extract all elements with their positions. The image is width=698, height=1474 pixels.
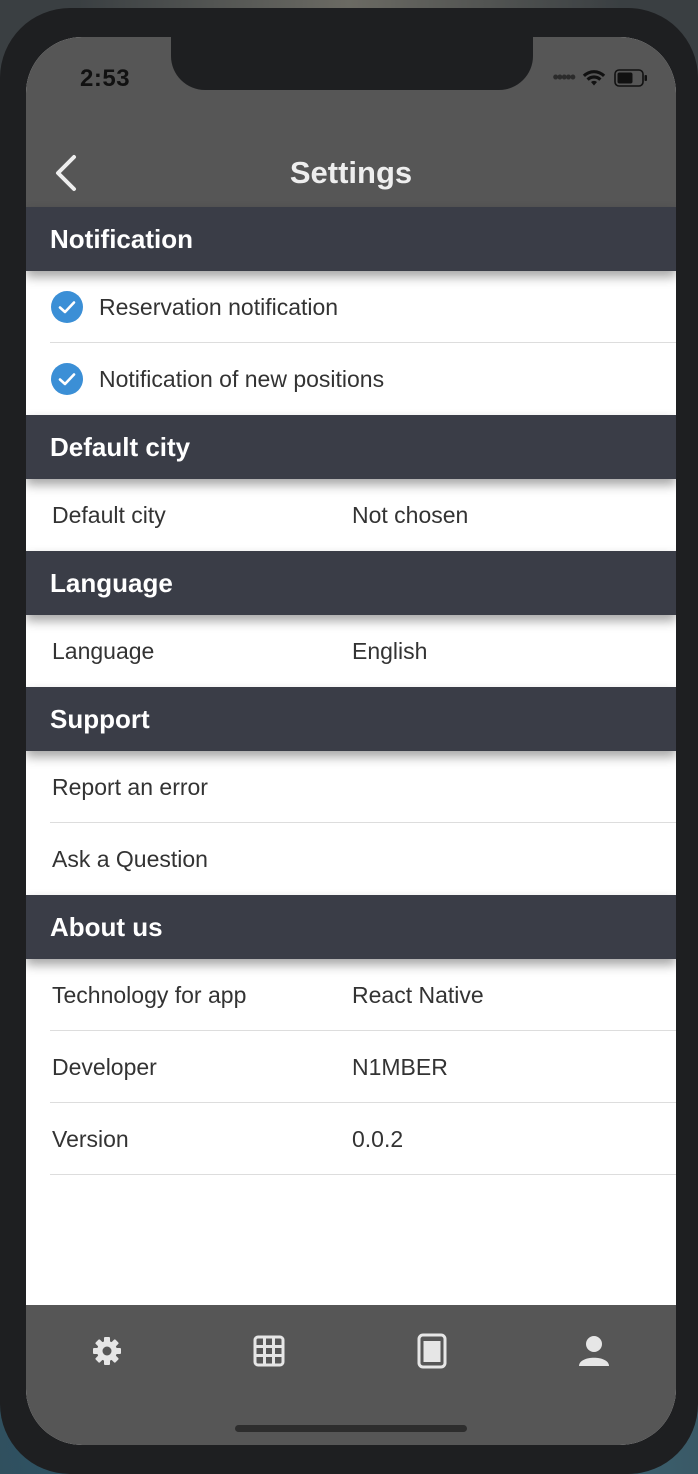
battery-icon bbox=[614, 68, 647, 87]
tab-settings[interactable] bbox=[89, 1333, 125, 1369]
technology-label: Technology for app bbox=[52, 981, 247, 1008]
new-positions-notification-label: Notification of new positions bbox=[99, 365, 385, 392]
top-bar: 2:53 ••••• Settings bbox=[26, 37, 676, 207]
phone-screen: 2:53 ••••• Settings Notification Reserva… bbox=[26, 37, 676, 1445]
tab-grid[interactable] bbox=[251, 1333, 287, 1369]
section-header-default-city: Default city bbox=[26, 415, 676, 479]
page-title: Settings bbox=[289, 155, 413, 190]
tablet-icon bbox=[417, 1333, 447, 1369]
technology-value: React Native bbox=[352, 981, 484, 1008]
developer-row: Developer N1MBER bbox=[26, 1031, 676, 1103]
tab-profile[interactable] bbox=[576, 1333, 612, 1369]
divider bbox=[50, 1174, 676, 1175]
gear-icon bbox=[93, 1337, 121, 1365]
new-positions-notification-toggle[interactable]: Notification of new positions bbox=[26, 343, 676, 415]
home-indicator bbox=[235, 1425, 467, 1432]
tab-tablet[interactable] bbox=[414, 1333, 450, 1369]
ask-question-row[interactable]: Ask a Question bbox=[26, 823, 676, 895]
version-value: 0.0.2 bbox=[352, 1125, 404, 1152]
section-header-support: Support bbox=[26, 687, 676, 751]
status-time: 2:53 bbox=[80, 65, 131, 92]
reservation-notification-toggle[interactable]: Reservation notification bbox=[26, 271, 676, 343]
language-row[interactable]: Language English bbox=[26, 615, 676, 687]
section-header-about: About us bbox=[26, 895, 676, 959]
section-header-language: Language bbox=[26, 551, 676, 615]
ask-question-label: Ask a Question bbox=[52, 845, 208, 872]
tab-bar bbox=[26, 1305, 676, 1445]
version-label: Version bbox=[52, 1125, 129, 1152]
default-city-label: Default city bbox=[52, 501, 166, 528]
user-icon bbox=[579, 1336, 609, 1366]
default-city-row[interactable]: Default city Not chosen bbox=[26, 479, 676, 551]
status-icons: ••••• bbox=[552, 67, 648, 88]
checkmark-circle-icon bbox=[51, 291, 83, 323]
developer-label: Developer bbox=[52, 1053, 157, 1080]
version-row: Version 0.0.2 bbox=[26, 1103, 676, 1175]
notch bbox=[171, 37, 533, 90]
settings-list: Notification Reservation notification No… bbox=[26, 207, 676, 1175]
technology-row: Technology for app React Native bbox=[26, 959, 676, 1031]
language-value: English bbox=[352, 637, 428, 664]
default-city-value: Not chosen bbox=[352, 501, 469, 528]
language-label: Language bbox=[52, 637, 155, 664]
report-error-row[interactable]: Report an error bbox=[26, 751, 676, 823]
wifi-icon bbox=[582, 69, 606, 85]
checkmark-circle-icon bbox=[51, 363, 83, 395]
developer-value: N1MBER bbox=[352, 1053, 448, 1080]
report-error-label: Report an error bbox=[52, 773, 208, 800]
reservation-notification-label: Reservation notification bbox=[99, 293, 339, 320]
section-header-notification: Notification bbox=[26, 207, 676, 271]
grid-icon bbox=[253, 1335, 285, 1367]
signal-dots-icon: ••••• bbox=[552, 67, 575, 87]
